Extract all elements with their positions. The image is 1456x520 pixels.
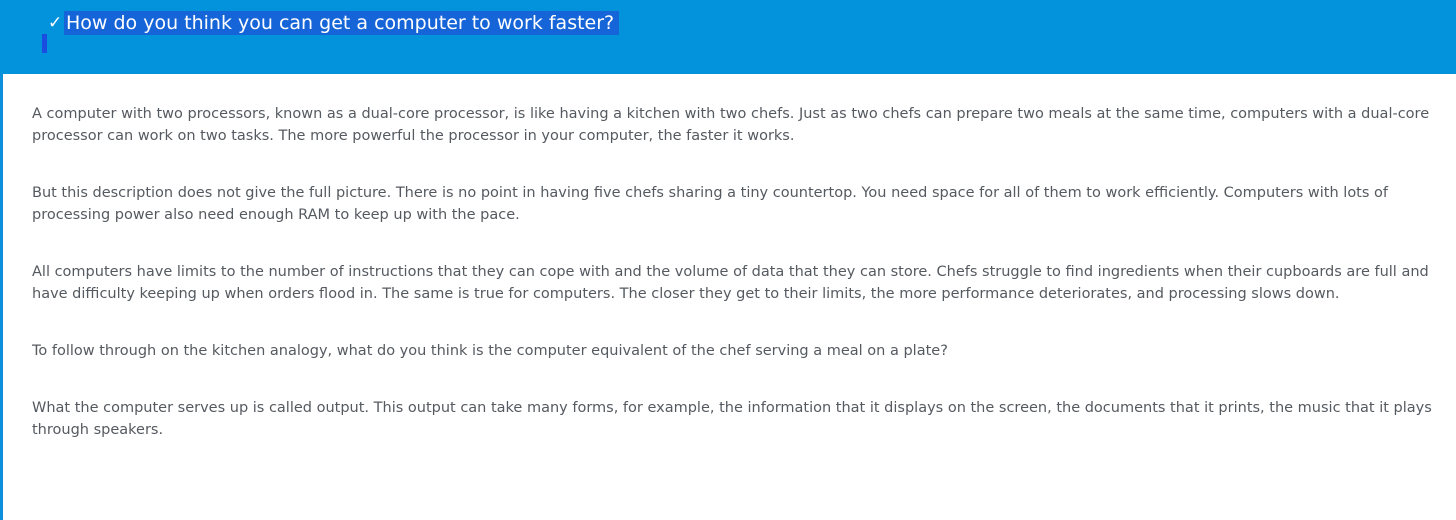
paragraph-dual-core: A computer with two processors, known as…: [32, 106, 1430, 144]
check-icon: ✓: [48, 13, 63, 33]
question-title: How do you think you can get a computer …: [64, 11, 620, 35]
text-cursor-marker: [42, 34, 47, 53]
question-heading[interactable]: ✓ How do you think you can get a compute…: [48, 11, 620, 35]
paragraph-analogy-question: To follow through on the kitchen analogy…: [32, 343, 948, 359]
paragraph-ram: But this description does not give the f…: [32, 185, 1389, 223]
answer-content: A computer with two processors, known as…: [32, 103, 1442, 476]
activity-frame: ✓ How do you think you can get a compute…: [0, 0, 1456, 520]
question-header: ✓ How do you think you can get a compute…: [0, 0, 1456, 74]
paragraph-output: What the computer serves up is called ou…: [32, 400, 1432, 438]
paragraph-limits: All computers have limits to the number …: [32, 264, 1429, 302]
